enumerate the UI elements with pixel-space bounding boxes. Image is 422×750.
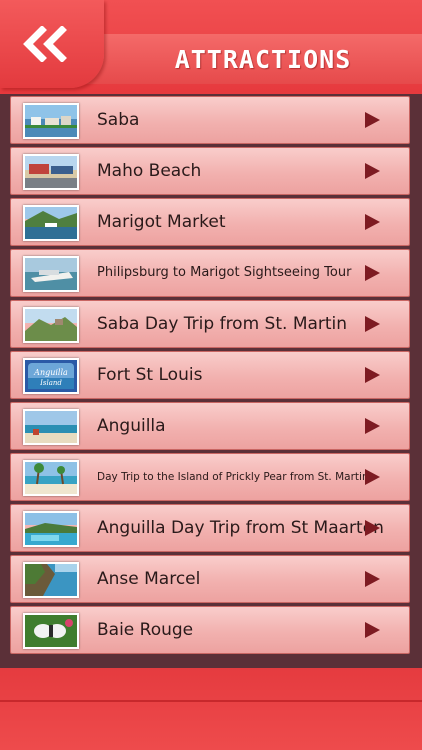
anse-marcel-thumbnail <box>23 562 79 598</box>
attractions-panel: Saba Maho Beach Marigot Market Philipsbu… <box>0 94 422 668</box>
list-item[interactable]: Baie Rouge <box>10 606 410 654</box>
chevron-right-icon <box>365 622 380 638</box>
list-item-label: Anguilla <box>97 416 166 436</box>
page-title: ATTRACTIONS <box>174 44 352 74</box>
list-item[interactable]: Saba Day Trip from St. Martin <box>10 300 410 348</box>
chevron-right-icon <box>365 316 380 332</box>
list-item[interactable]: Anse Marcel <box>10 555 410 603</box>
chevron-right-icon <box>365 367 380 383</box>
bottom-bar <box>0 668 422 750</box>
chevron-right-icon <box>365 265 380 281</box>
svg-text:Anguilla: Anguilla <box>33 368 68 377</box>
back-button[interactable] <box>18 24 72 64</box>
prickly-pear-thumbnail <box>23 460 79 496</box>
chevron-right-icon <box>365 163 380 179</box>
marigot-market-thumbnail <box>23 205 79 241</box>
chevron-right-icon <box>365 214 380 230</box>
anguilla-thumbnail <box>23 409 79 445</box>
back-tab <box>0 0 104 88</box>
list-item-label: Anse Marcel <box>97 569 201 589</box>
list-item-label: Marigot Market <box>97 212 226 232</box>
list-item-label: Maho Beach <box>97 161 202 181</box>
list-item[interactable]: Day Trip to the Island of Prickly Pear f… <box>10 453 410 501</box>
list-item-label: Baie Rouge <box>97 620 194 640</box>
maho-beach-thumbnail <box>23 154 79 190</box>
list-item-label: Saba Day Trip from St. Martin <box>97 314 348 334</box>
double-chevron-left-icon <box>23 26 67 62</box>
philipsburg-tour-thumbnail <box>23 256 79 292</box>
saba-day-trip-thumbnail <box>23 307 79 343</box>
chevron-right-icon <box>365 418 380 434</box>
list-item[interactable]: Saba <box>10 96 410 144</box>
anguilla-day-trip-thumbnail <box>23 511 79 547</box>
list-item-label: Saba <box>97 110 140 130</box>
baie-rouge-thumbnail <box>23 613 79 649</box>
attractions-list: Saba Maho Beach Marigot Market Philipsbu… <box>10 96 410 657</box>
bottom-divider <box>0 700 422 702</box>
list-item[interactable]: Maho Beach <box>10 147 410 195</box>
list-item-label: Anguilla Day Trip from St Maarten <box>97 518 384 538</box>
list-item[interactable]: Anguilla Day Trip from St Maarten <box>10 504 410 552</box>
chevron-right-icon <box>365 469 380 485</box>
saba-thumbnail <box>23 103 79 139</box>
list-item-label: Philipsburg to Marigot Sightseeing Tour <box>97 265 352 280</box>
list-item-label: Day Trip to the Island of Prickly Pear f… <box>97 471 369 483</box>
list-item[interactable]: Philipsburg to Marigot Sightseeing Tour <box>10 249 410 297</box>
list-item-label: Fort St Louis <box>97 365 203 385</box>
chevron-right-icon <box>365 112 380 128</box>
chevron-right-icon <box>365 571 380 587</box>
fort-st-louis-thumbnail: Anguilla Island <box>23 358 79 394</box>
list-item[interactable]: Anguilla Island Fort St Louis <box>10 351 410 399</box>
svg-text:Island: Island <box>39 379 62 387</box>
title-banner: ATTRACTIONS <box>80 34 422 84</box>
list-item[interactable]: Marigot Market <box>10 198 410 246</box>
list-item[interactable]: Anguilla <box>10 402 410 450</box>
chevron-right-icon <box>365 520 380 536</box>
